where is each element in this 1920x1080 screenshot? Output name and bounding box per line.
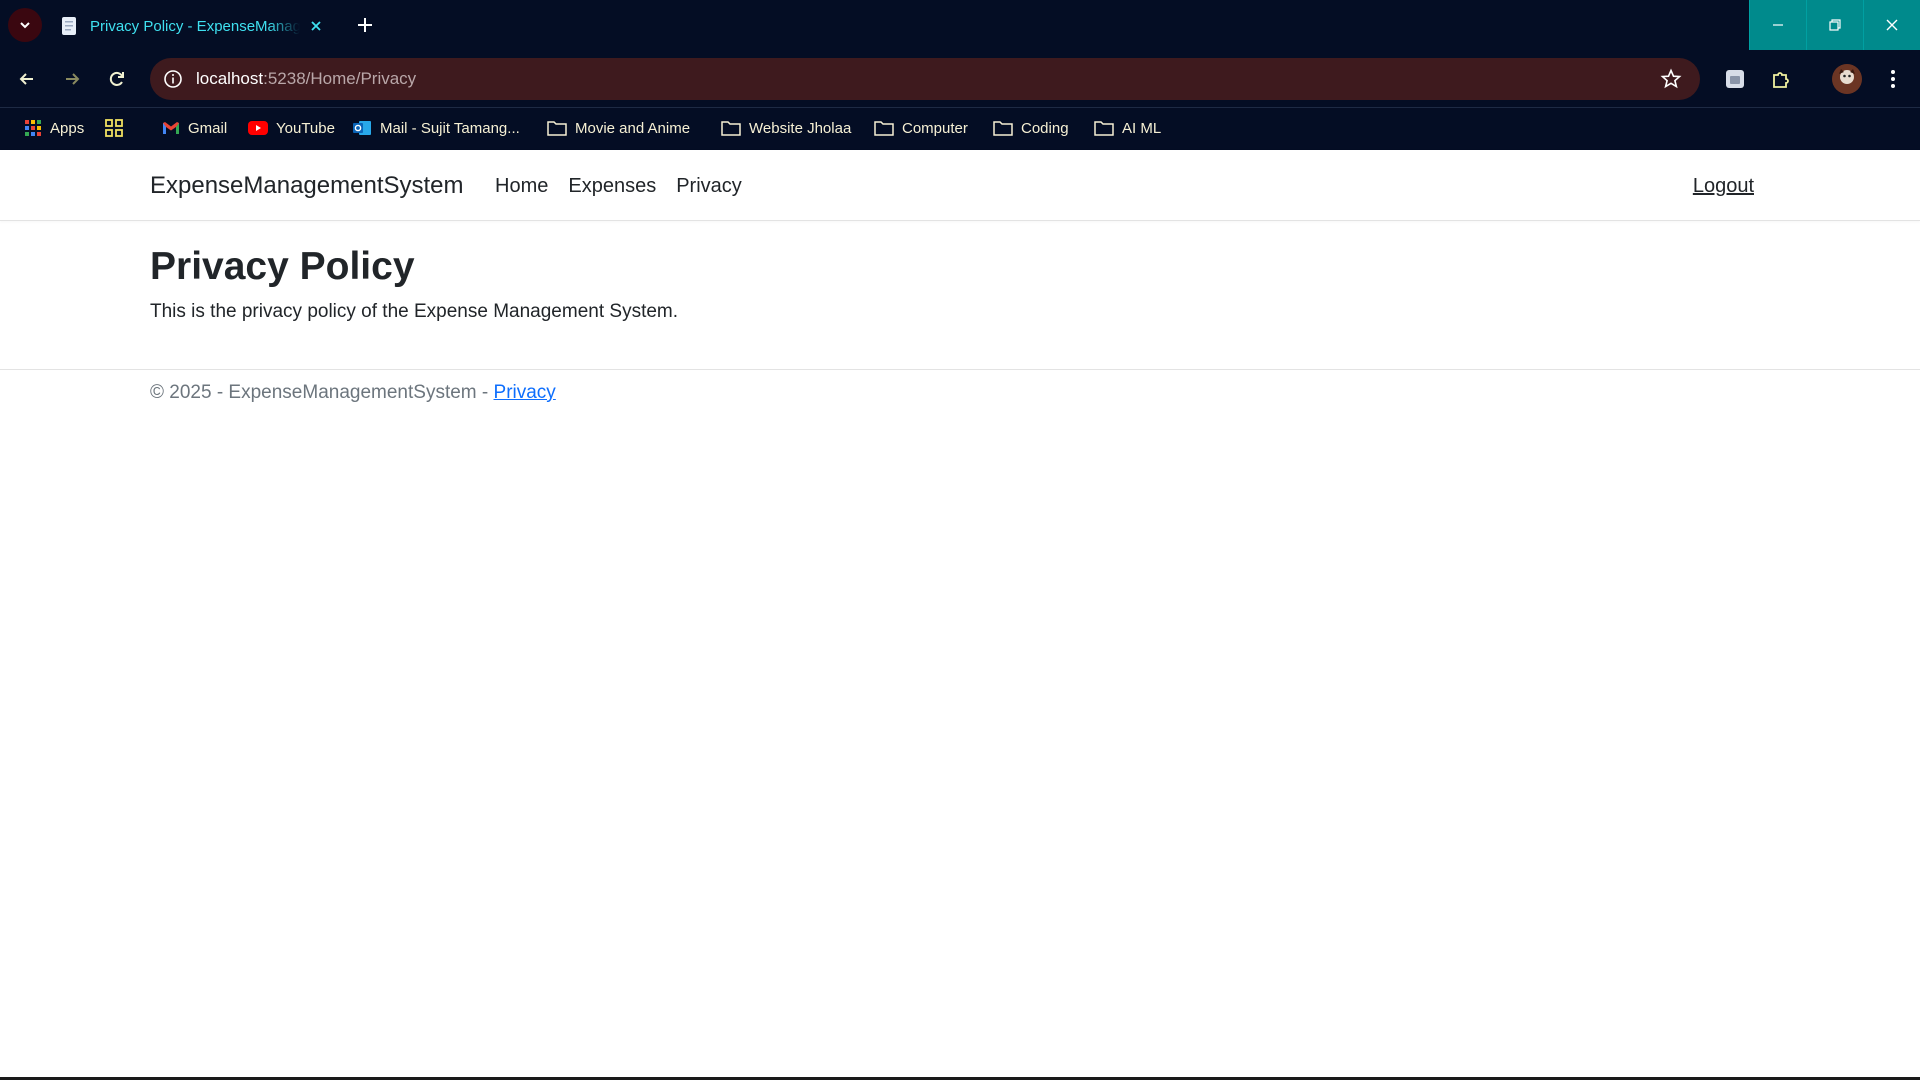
new-tab-icon[interactable]: [354, 14, 376, 36]
close-window-button[interactable]: [1863, 0, 1920, 50]
restore-icon: [1829, 19, 1841, 31]
bookmark-folder-computer[interactable]: Computer: [874, 116, 968, 140]
site-navbar: ExpenseManagementSystem Home Expenses Pr…: [0, 150, 1920, 221]
browser-tab-active[interactable]: Privacy Policy - ExpenseManagementSystem: [50, 6, 340, 46]
privacy-text: This is the privacy policy of the Expens…: [150, 301, 679, 322]
folder-icon: [1094, 121, 1114, 136]
address-bar[interactable]: localhost:5238/Home/Privacy: [150, 58, 1700, 100]
more-vertical-icon: [1891, 70, 1895, 88]
back-arrow-icon: [19, 73, 33, 85]
extensions-menu-button[interactable]: [1768, 66, 1794, 92]
folder-icon: [874, 121, 894, 136]
minimize-button[interactable]: [1749, 0, 1806, 50]
bookmark-label: AI ML: [1122, 119, 1162, 137]
bookmark-tab-groups[interactable]: [104, 116, 132, 140]
folder-icon: [993, 121, 1013, 136]
tab-title: Privacy Policy - ExpenseManagementSystem: [90, 17, 300, 35]
restore-button[interactable]: [1806, 0, 1863, 50]
outlook-icon: [353, 121, 371, 135]
page-favicon-icon: [62, 17, 76, 35]
bookmark-folder-movie[interactable]: Movie and Anime: [547, 116, 690, 140]
browser-tab-bar: Privacy Policy - ExpenseManagementSystem: [0, 0, 1920, 50]
bookmark-apps[interactable]: Apps: [24, 116, 84, 140]
bookmark-label: Coding: [1021, 119, 1069, 137]
bookmark-folder-aiml[interactable]: AI ML: [1094, 116, 1161, 140]
minimize-icon: [1773, 24, 1783, 26]
bookmark-folder-coding[interactable]: Coding: [993, 116, 1069, 140]
window-controls: [1749, 0, 1920, 50]
site-nav-links: Home Expenses Privacy: [495, 175, 742, 198]
browser-menu-button[interactable]: [1880, 66, 1906, 92]
bookmark-gmail[interactable]: Gmail: [162, 116, 227, 140]
copyright-text: © 2025 - ExpenseManagementSystem -: [150, 382, 494, 403]
site-brand-link[interactable]: ExpenseManagementSystem: [150, 172, 464, 200]
bookmark-label: Mail - Sujit Tamang...: [380, 119, 520, 137]
logout-link[interactable]: Logout: [1693, 175, 1754, 198]
bookmark-label: Gmail: [188, 119, 228, 137]
bookmark-label: YouTube: [276, 119, 335, 137]
profile-avatar[interactable]: [1832, 64, 1862, 94]
bookmark-star-icon[interactable]: [1660, 68, 1682, 90]
folder-icon: [547, 121, 567, 136]
nav-home-link[interactable]: Home: [495, 175, 548, 198]
reload-icon: [109, 71, 124, 86]
apps-grid-icon: [25, 120, 41, 136]
site-footer: © 2025 - ExpenseManagementSystem - Priva…: [0, 369, 1920, 410]
forward-button[interactable]: [59, 66, 85, 92]
url-host: localhost: [196, 69, 264, 88]
web-page: ExpenseManagementSystem Home Expenses Pr…: [0, 150, 1920, 1078]
puzzle-piece-icon: [1773, 72, 1789, 88]
tab-groups-icon: [105, 119, 123, 137]
bookmark-folder-website[interactable]: Website Jholaa: [721, 116, 851, 140]
close-icon: [1886, 19, 1898, 31]
footer-text: © 2025 - ExpenseManagementSystem - Priva…: [150, 382, 556, 404]
nav-expenses-link[interactable]: Expenses: [568, 175, 656, 198]
folder-icon: [721, 121, 741, 136]
site-info-icon[interactable]: [162, 68, 184, 90]
extension-button[interactable]: [1722, 66, 1748, 92]
page-title: Privacy Policy: [150, 245, 415, 288]
bookmark-label: Computer: [902, 119, 968, 137]
main-content: Privacy Policy This is the privacy polic…: [150, 245, 678, 323]
url-text: localhost:5238/Home/Privacy: [196, 69, 416, 89]
bookmark-label: Apps: [50, 119, 85, 137]
close-tab-icon[interactable]: [308, 18, 324, 34]
bookmark-mail[interactable]: Mail - Sujit Tamang...: [353, 116, 520, 140]
gmail-icon: [163, 122, 179, 134]
reload-button[interactable]: [104, 66, 130, 92]
nav-privacy-link[interactable]: Privacy: [676, 175, 742, 198]
url-path: :5238/Home/Privacy: [263, 69, 417, 88]
youtube-icon: [248, 121, 268, 135]
bookmark-label: Website Jholaa: [749, 119, 852, 137]
bookmark-label: Movie and Anime: [575, 119, 691, 137]
chevron-down-icon: [20, 22, 30, 29]
bookmark-youtube[interactable]: YouTube: [248, 116, 335, 140]
tab-search-button[interactable]: [8, 8, 42, 42]
avatar-icon: [1832, 64, 1862, 94]
footer-privacy-link[interactable]: Privacy: [494, 382, 556, 403]
extension-app-icon: [1726, 70, 1744, 88]
back-button[interactable]: [14, 66, 40, 92]
forward-arrow-icon: [66, 73, 80, 85]
